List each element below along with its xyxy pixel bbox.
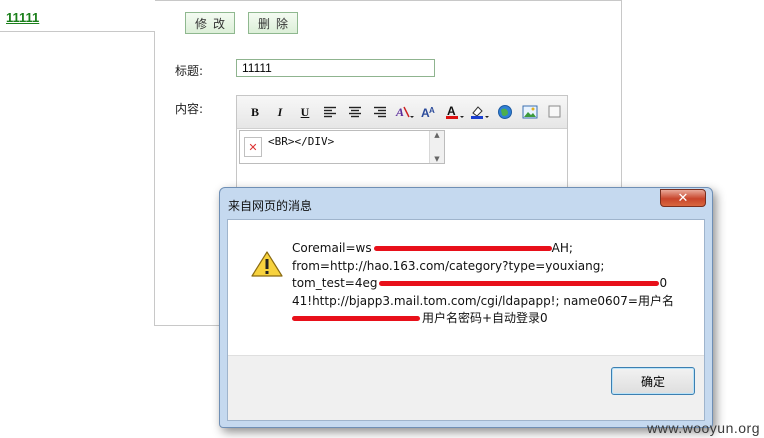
align-center-icon[interactable] [345,102,365,122]
bold-icon[interactable]: B [245,102,265,122]
content-label: 内容: [175,102,204,116]
message-line-text: 0 [659,276,668,290]
svg-text:A: A [447,104,456,118]
font-color-icon[interactable]: A [445,102,465,122]
editor-content-area[interactable]: ✕ <BR></DIV> ▲ ▼ [239,130,445,164]
title-label: 标题: [175,64,204,78]
message-line: 用户名密码+自动登录0 [292,310,698,328]
highlight-icon[interactable] [470,102,490,122]
align-left-icon[interactable] [320,102,340,122]
panel-border [0,31,155,32]
dialog-body: Coremail=ws AH; from=http://hao.163.com/c… [227,219,705,421]
svg-text:A: A [429,106,435,115]
html-toggle-icon[interactable] [545,102,565,122]
redaction-mark [373,246,552,251]
warning-icon [251,250,283,281]
item-link[interactable]: 11111 [6,10,39,25]
svg-text:A: A [395,105,404,119]
panel-border [155,0,621,1]
message-line: Coremail=ws AH; [292,240,698,258]
editor-toolbar: B I U A AA A [237,96,567,129]
close-icon[interactable]: ✕ [660,189,706,207]
alert-dialog: 来自网页的消息 ✕ Coremail=ws AH; from=http://hao… [219,187,713,428]
message-line-text: tom_test=4eg [292,276,378,290]
message-line: tom_test=4eg 0 [292,275,698,293]
scroll-up-icon[interactable]: ▲ [434,131,439,139]
redaction-mark [379,281,660,286]
watermark: www.wooyun.org [647,420,760,436]
underline-icon[interactable]: U [295,102,315,122]
delete-button[interactable]: 删除 [248,12,298,34]
align-right-icon[interactable] [370,102,390,122]
link-icon[interactable] [495,102,515,122]
panel-border [154,32,155,326]
italic-icon[interactable]: I [270,102,290,122]
dialog-message: Coremail=ws AH; from=http://hao.163.com/c… [292,240,698,328]
edit-button[interactable]: 修改 [185,12,235,34]
dialog-footer: 确定 [228,355,704,420]
dialog-title: 来自网页的消息 [228,199,313,213]
font-style-icon[interactable]: A [395,102,415,122]
editor-scrollbar[interactable]: ▲ ▼ [429,131,444,163]
ok-button[interactable]: 确定 [611,367,695,395]
message-line: from=http://hao.163.com/category?type=yo… [292,258,605,273]
message-line-text: Coremail=ws [292,241,372,255]
broken-image-icon: ✕ [244,137,262,157]
image-icon[interactable] [520,102,540,122]
redaction-mark [292,316,420,321]
message-line-text: 用户名密码+自动登录0 [422,311,548,325]
message-line-text: AH; [551,241,573,255]
message-line: 41!http://bjapp3.mail.tom.com/cgi/ldapap… [292,293,674,308]
editor-content-text: <BR></DIV> [268,135,335,148]
scroll-down-icon[interactable]: ▼ [434,155,439,163]
font-size-icon[interactable]: AA [420,102,440,122]
title-input[interactable]: 11111 [236,59,435,77]
